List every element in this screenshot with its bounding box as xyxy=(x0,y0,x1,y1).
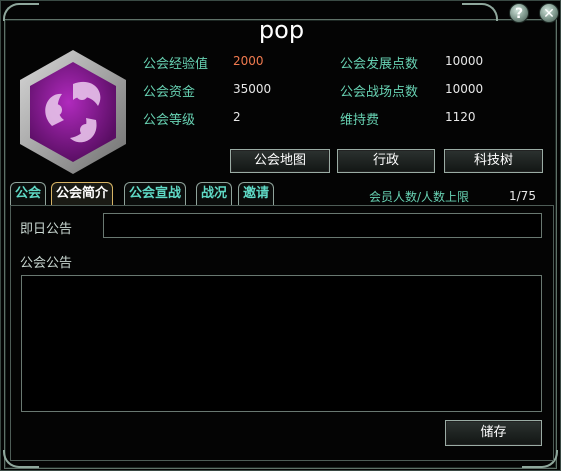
guild-exp-label: 公会经验值 xyxy=(143,57,209,72)
save-button[interactable]: 储存 xyxy=(445,420,542,446)
guild-exp-value: 2000 xyxy=(233,54,264,68)
tab-battle-status[interactable]: 战况 xyxy=(196,182,233,206)
daily-notice-input[interactable] xyxy=(103,213,542,238)
guild-funds-label: 公会资金 xyxy=(143,85,196,100)
member-count-label: 会员人数/人数上限 xyxy=(369,190,470,204)
upkeep-value: 1120 xyxy=(445,110,476,124)
guild-funds-value: 35000 xyxy=(233,82,272,96)
battle-points-label: 公会战场点数 xyxy=(340,85,419,100)
guild-notice-textarea[interactable] xyxy=(21,275,542,412)
admin-button[interactable]: 行政 xyxy=(337,149,435,173)
dev-points-value: 10000 xyxy=(445,54,484,68)
guild-notice-label: 公会公告 xyxy=(20,256,73,271)
daily-notice-label: 即日公告 xyxy=(20,222,73,237)
tech-tree-button[interactable]: 科技树 xyxy=(444,149,543,173)
member-count-value: 1/75 xyxy=(509,189,536,203)
guild-level-value: 2 xyxy=(233,110,241,124)
guild-emblem-icon xyxy=(20,50,126,174)
guild-window: ? ✕ pop 公会经验值 2000 公会资金 35000 公会等级 2 公会发… xyxy=(0,0,561,471)
dev-points-label: 公会发展点数 xyxy=(340,57,419,72)
tab-guild[interactable]: 公会 xyxy=(10,182,47,206)
tab-guild-war[interactable]: 公会宣战 xyxy=(124,182,187,206)
tab-invite[interactable]: 邀请 xyxy=(238,182,275,206)
guild-level-label: 公会等级 xyxy=(143,113,196,128)
battle-points-value: 10000 xyxy=(445,82,484,96)
guild-map-button[interactable]: 公会地图 xyxy=(230,149,330,173)
guild-name-title: pop xyxy=(258,16,305,44)
upkeep-label: 维持费 xyxy=(340,113,380,128)
tab-guild-intro[interactable]: 公会简介 xyxy=(51,182,114,206)
